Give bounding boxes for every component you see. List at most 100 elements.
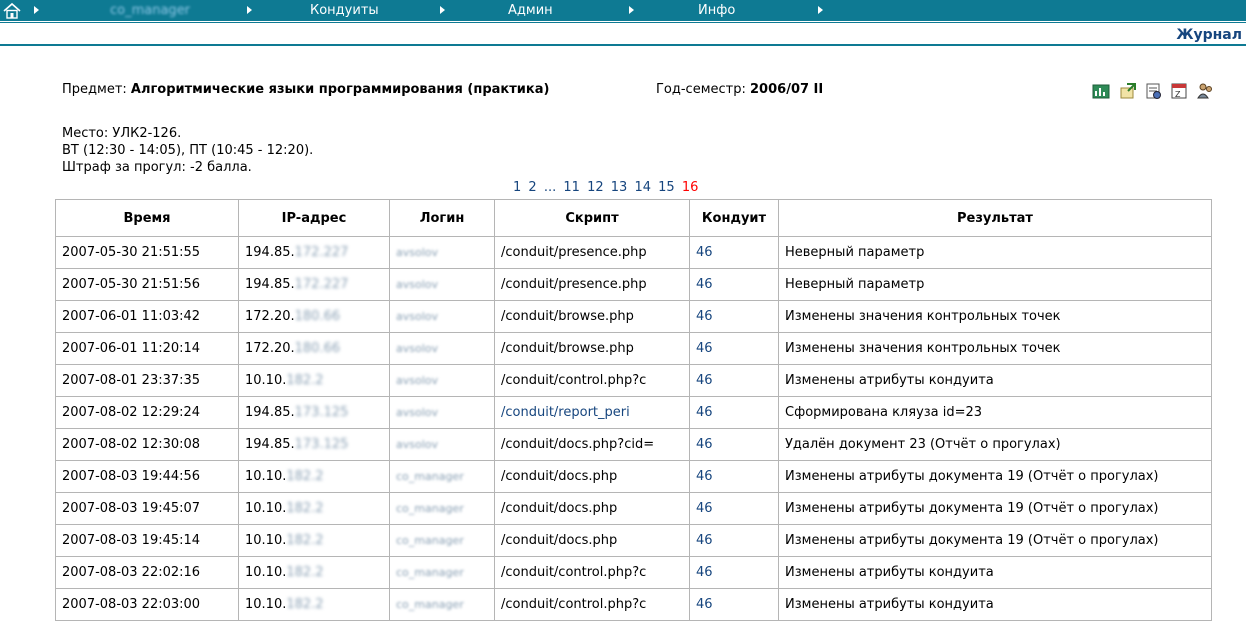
subject-name: Алгоритмические языки программирования (… [130,82,550,97]
cell-script: /conduit/docs.php [494,524,690,557]
cell-ip: 194.85.173.125 [238,428,390,461]
cell-time: 2007-08-03 19:45:14 [55,524,239,557]
page-link[interactable]: 2 [528,180,536,195]
page-link[interactable]: 15 [658,180,675,195]
table-row: 2007-05-30 21:51:55 194.85.172.227 avsolov… [55,236,1212,269]
nav-arrow-icon [629,6,634,14]
ip-prefix: 194.85. [245,245,295,260]
ip-prefix: 172.20. [245,341,295,356]
cell-conduit[interactable]: 46 [689,332,779,365]
page-link[interactable]: 13 [611,180,628,195]
cell-result: Изменены атрибуты кондуита [778,364,1212,397]
cell-time: 2007-06-01 11:03:42 [55,300,239,333]
cell-time: 2007-08-02 12:30:08 [55,428,239,461]
cell-time: 2007-08-01 23:37:35 [55,364,239,397]
cell-script[interactable]: /conduit/report_peri [494,396,690,429]
calendar-icon[interactable]: Z [1170,82,1188,100]
script-text: /conduit/browse.php [501,309,634,324]
cell-conduit[interactable]: 46 [689,524,779,557]
home-icon[interactable] [3,2,21,19]
place-penalty: Штраф за прогул: -2 балла. [62,160,252,175]
cell-login: co_manager [389,460,495,493]
cell-script: /conduit/presence.php [494,268,690,301]
column-header-conduit: Кондуит [689,199,779,237]
table-row: 2007-06-01 11:20:14 172.20.180.66 avsolov /… [55,332,1212,365]
cell-conduit[interactable]: 46 [689,364,779,397]
cell-conduit[interactable]: 46 [689,396,779,429]
cell-conduit[interactable]: 46 [689,236,779,269]
cell-ip: 10.10.182.2 [238,460,390,493]
table-row: 2007-08-01 23:37:35 10.10.182.2 avsolov/co… [55,364,1212,397]
nav-item-user[interactable]: co_manager [110,3,190,18]
page-link[interactable]: 1 [513,180,521,195]
login-redacted: co_manager [396,566,464,579]
page-link[interactable]: 14 [634,180,651,195]
conduit-link[interactable]: 46 [696,309,713,324]
cell-result: Сформирована кляуза id=23 [778,396,1212,429]
nav-item-conduits[interactable]: Кондуиты [310,3,379,18]
table-row: 2007-08-03 19:44:56 10.10.182.2 co_manager… [55,460,1212,493]
cell-login: co_manager [389,588,495,621]
script-text: /conduit/docs.php?cid= [501,437,655,452]
cell-result: Удалён документ 23 (Отчёт о прогулах) [778,428,1212,461]
table-row: 2007-08-02 12:29:24 194.85.173.125 avsolov… [55,396,1212,429]
cell-conduit[interactable]: 46 [689,556,779,589]
ip-prefix: 194.85. [245,437,295,452]
place-schedule: ВТ (12:30 - 14:05), ПТ (10:45 - 12:20). [62,143,314,158]
time-text: 2007-08-03 19:45:14 [62,533,201,548]
script-text: /conduit/browse.php [501,341,634,356]
conduit-link[interactable]: 46 [696,373,713,388]
nav-item-info[interactable]: Инфо [698,3,735,18]
nav-item-admin[interactable]: Админ [508,3,553,18]
cell-script: /conduit/browse.php [494,332,690,365]
time-text: 2007-08-01 23:37:35 [62,373,201,388]
ip-suffix-redacted: 182.2 [286,533,324,548]
cell-ip: 10.10.182.2 [238,524,390,557]
cell-login: avsolov [389,300,495,333]
cell-conduit[interactable]: 46 [689,300,779,333]
conduit-link[interactable]: 46 [696,533,713,548]
table-row: 2007-06-01 11:03:42 172.20.180.66 avsolov /… [55,300,1212,333]
cell-script: /conduit/control.php?c [494,364,690,397]
time-text: 2007-08-02 12:29:24 [62,405,201,420]
cell-ip: 194.85.172.227 [238,268,390,301]
properties-icon[interactable] [1144,82,1162,100]
top-navigation: co_manager Кондуиты Админ Инфо [0,0,1246,21]
time-text: 2007-08-03 22:02:16 [62,565,201,580]
cell-conduit[interactable]: 46 [689,460,779,493]
log-table-body: 2007-05-30 21:51:55 194.85.172.227 avsolov… [55,236,1212,621]
result-text: Сформирована кляуза id=23 [785,405,983,420]
result-text: Удалён документ 23 (Отчёт о прогулах) [785,437,1061,452]
conduit-link[interactable]: 46 [696,277,713,292]
cell-conduit[interactable]: 46 [689,492,779,525]
journal-link[interactable]: Журнал [1176,27,1242,43]
svg-text:Z: Z [1175,90,1181,99]
page-link[interactable]: 11 [563,180,580,195]
cell-ip: 10.10.182.2 [238,588,390,621]
page-link[interactable]: 12 [587,180,604,195]
export-icon[interactable] [1119,82,1137,100]
conduit-link[interactable]: 46 [696,245,713,260]
result-text: Изменены атрибуты кондуита [785,373,994,388]
script-text[interactable]: /conduit/report_peri [501,405,630,420]
conduit-link[interactable]: 46 [696,597,713,612]
conduit-link[interactable]: 46 [696,341,713,356]
users-icon[interactable] [1196,82,1214,100]
cell-result: Изменены атрибуты документа 19 (Отчёт о … [778,492,1212,525]
conduit-link[interactable]: 46 [696,565,713,580]
cell-conduit[interactable]: 46 [689,588,779,621]
subject-line: Предмет: Алгоритмические языки программи… [62,82,549,97]
conduit-link[interactable]: 46 [696,405,713,420]
result-text: Изменены атрибуты документа 19 (Отчёт о … [785,501,1159,516]
current-page: 16 [681,180,699,195]
conduit-link[interactable]: 46 [696,501,713,516]
time-text: 2007-06-01 11:03:42 [62,309,201,324]
login-redacted: co_manager [396,598,464,611]
cell-conduit[interactable]: 46 [689,268,779,301]
conduit-link[interactable]: 46 [696,469,713,484]
chart-icon[interactable] [1092,82,1110,100]
ip-suffix-redacted: 180.66 [294,341,341,356]
cell-conduit[interactable]: 46 [689,428,779,461]
conduit-link[interactable]: 46 [696,437,713,452]
login-redacted: co_manager [396,534,464,547]
